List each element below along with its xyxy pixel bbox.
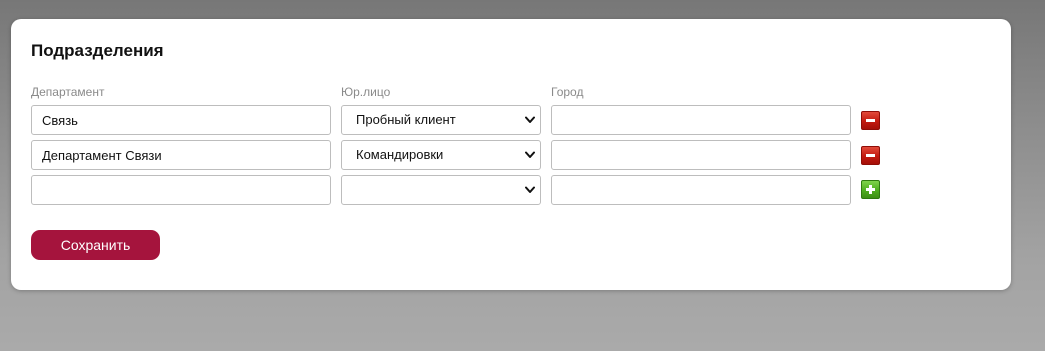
department-column-label: Департамент <box>31 85 105 99</box>
panel-title: Подразделения <box>31 41 164 60</box>
department-input-row-1[interactable] <box>31 105 331 135</box>
chevron-down-icon <box>525 186 535 193</box>
department-input-row-3[interactable] <box>31 175 331 205</box>
subdivisions-panel: Подразделения Департамент Юр.лицо Город … <box>11 19 1011 290</box>
legal-entity-column-label: Юр.лицо <box>341 85 391 99</box>
save-button[interactable]: Сохранить <box>31 230 160 260</box>
legal-entity-selected-value: Пробный клиент <box>356 112 456 127</box>
city-input-row-1[interactable] <box>551 105 851 135</box>
chevron-down-icon <box>525 151 535 158</box>
city-input-row-3[interactable] <box>551 175 851 205</box>
chevron-down-icon <box>525 116 535 123</box>
legal-entity-select-row-1[interactable]: Пробный клиент <box>341 105 541 135</box>
remove-row-button[interactable] <box>861 111 880 130</box>
minus-icon <box>866 154 875 157</box>
legal-entity-select-row-3[interactable] <box>341 175 541 205</box>
add-row-button[interactable] <box>861 180 880 199</box>
legal-entity-selected-value: Командировки <box>356 147 444 162</box>
city-input-row-2[interactable] <box>551 140 851 170</box>
city-column-label: Город <box>551 85 584 99</box>
plus-icon <box>866 185 875 194</box>
minus-icon <box>866 119 875 122</box>
department-input-row-2[interactable] <box>31 140 331 170</box>
legal-entity-select-row-2[interactable]: Командировки <box>341 140 541 170</box>
remove-row-button[interactable] <box>861 146 880 165</box>
